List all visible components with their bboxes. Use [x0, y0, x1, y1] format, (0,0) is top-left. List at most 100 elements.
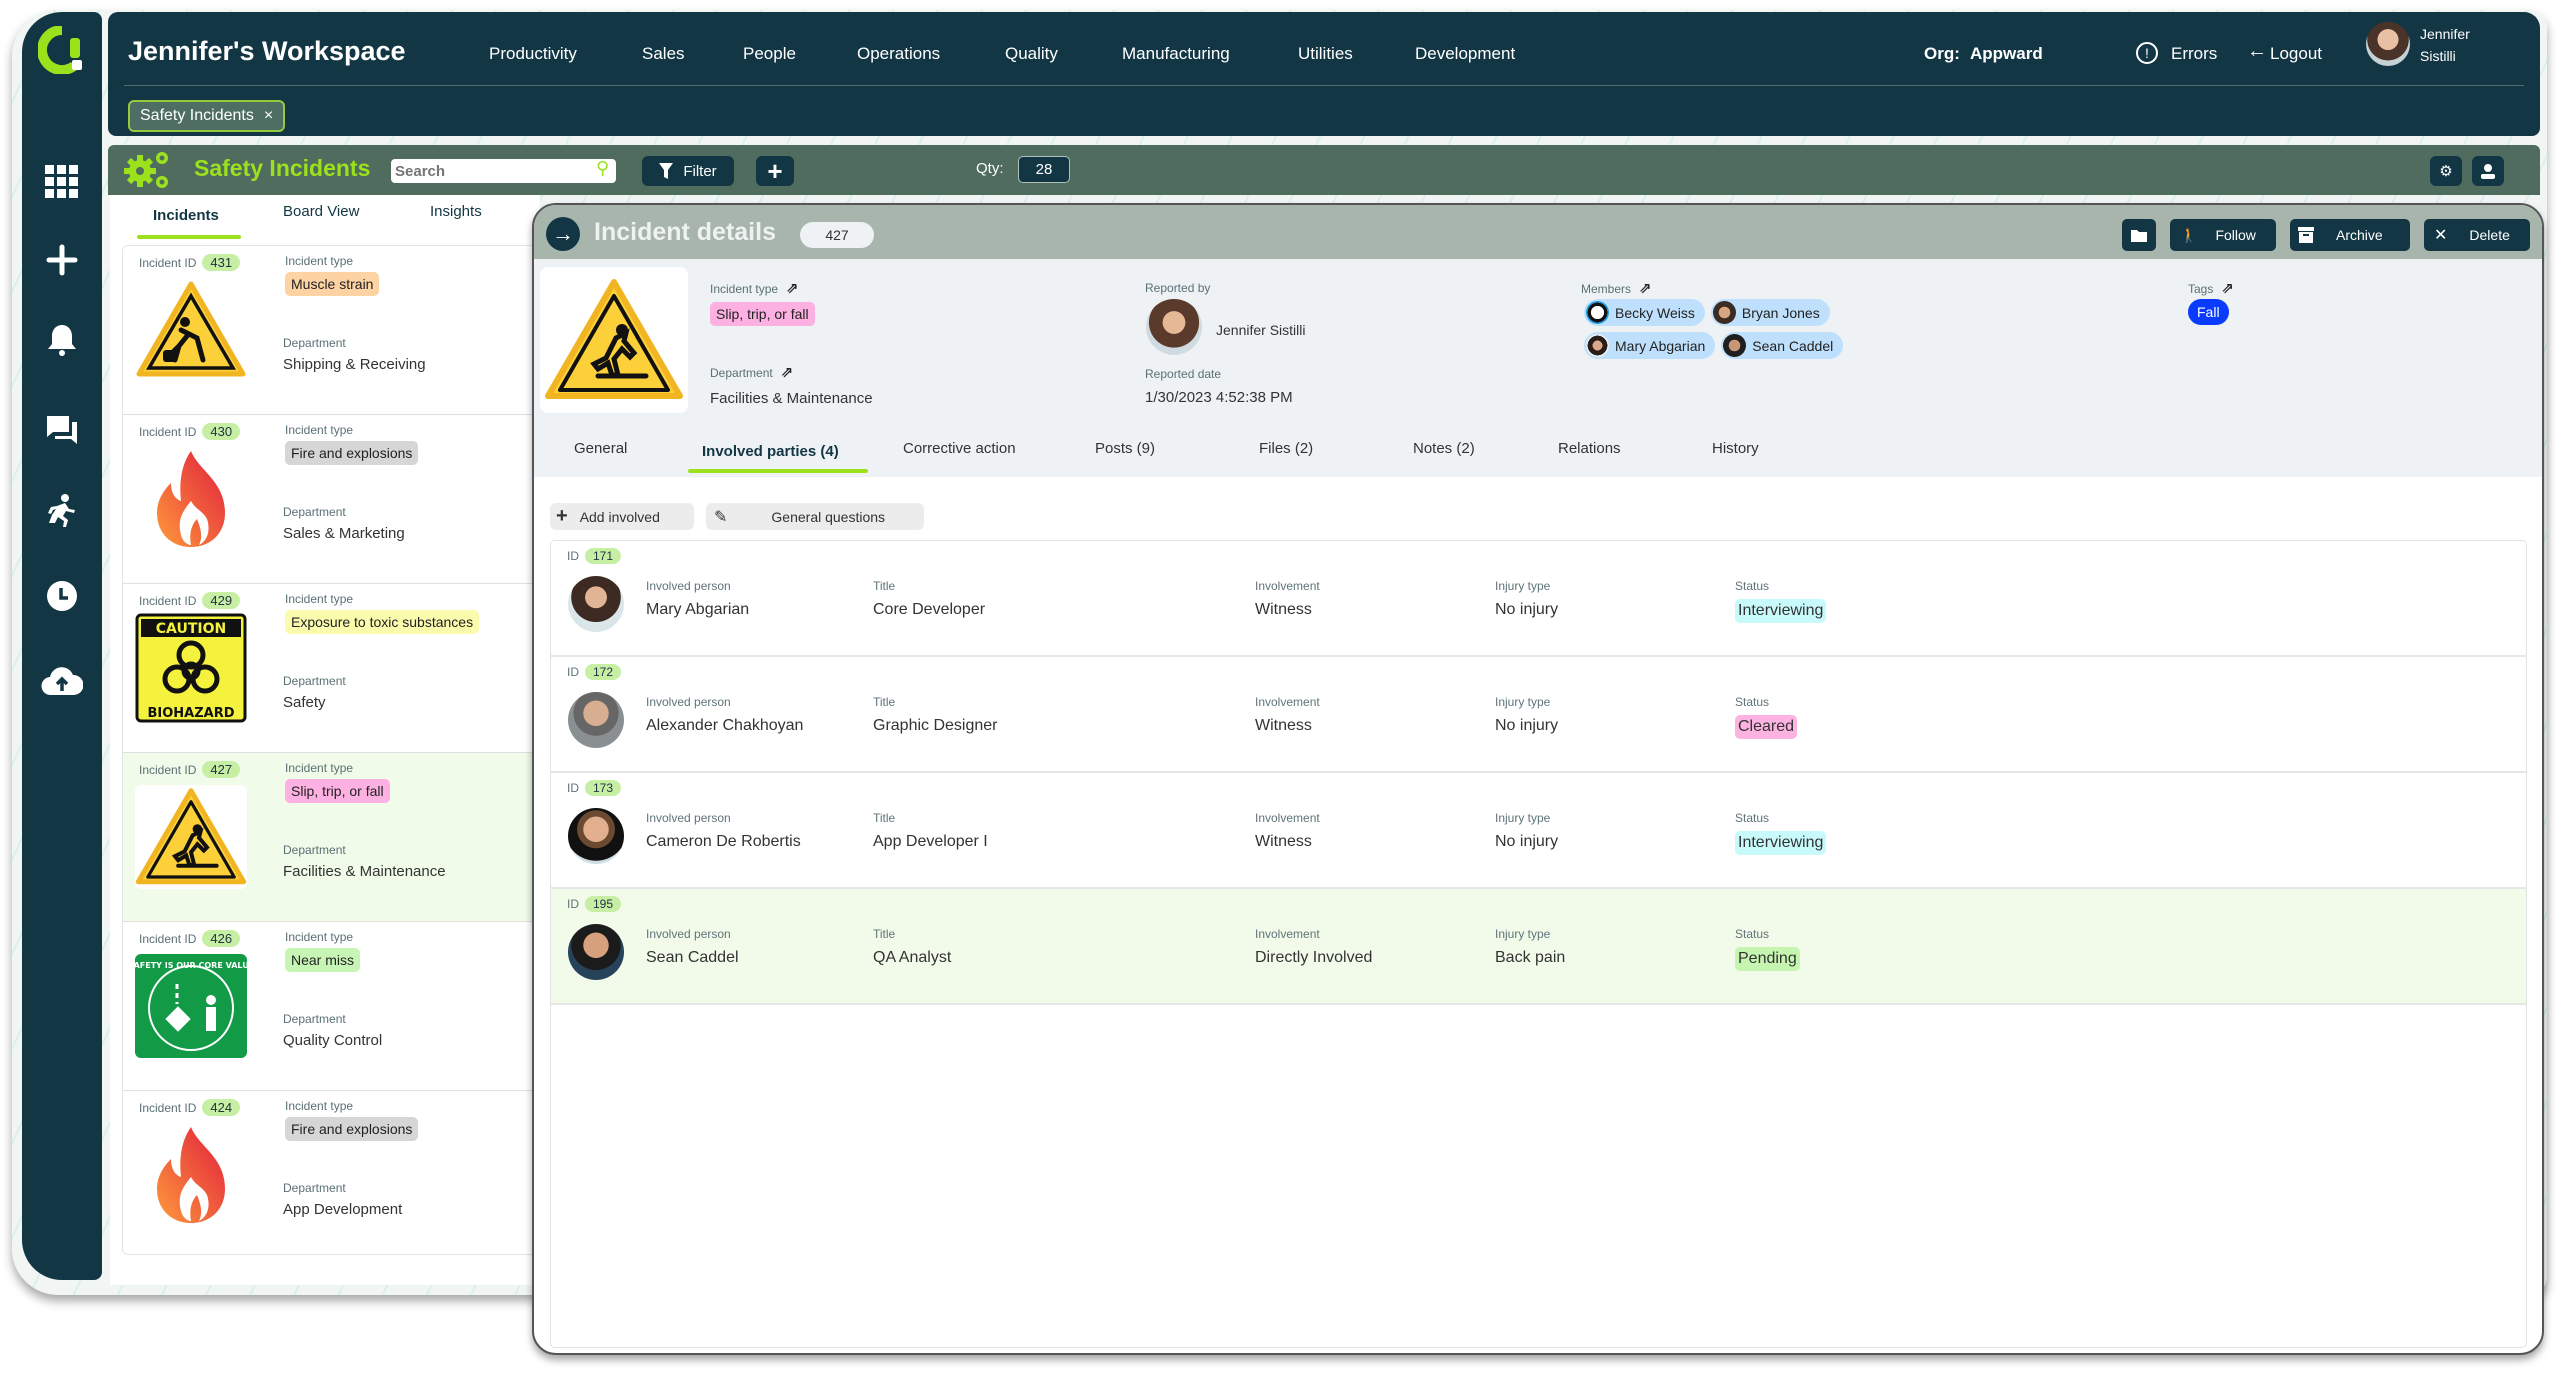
- sidebar: [22, 12, 102, 1280]
- notifications-bell-icon[interactable]: [22, 318, 102, 362]
- open-tab-chip[interactable]: Safety Incidents ×: [128, 100, 286, 132]
- open-tags-icon[interactable]: ⇗: [2221, 279, 2234, 297]
- person-avatar: [568, 808, 624, 864]
- member-chip[interactable]: Sean Caddel: [1721, 332, 1844, 359]
- appward-logo[interactable]: [37, 25, 86, 75]
- tab-notes[interactable]: Notes (2): [1413, 440, 1475, 457]
- tab-posts[interactable]: Posts (9): [1095, 440, 1155, 457]
- nav-productivity[interactable]: Productivity: [489, 44, 577, 64]
- injury-label: Injury type: [1495, 811, 1551, 825]
- incident-card[interactable]: Incident ID426 SAFETY IS OUR CORE VALUE …: [123, 922, 551, 1091]
- member-avatar: [1586, 301, 1609, 324]
- header-divider: [124, 85, 2524, 86]
- involved-party-row[interactable]: ID 172 Involved person Alexander Chakhoyan…: [551, 657, 2526, 773]
- open-members-icon[interactable]: ⇗: [1639, 279, 1652, 297]
- chat-icon[interactable]: [22, 408, 102, 452]
- filter-button[interactable]: Filter: [642, 156, 734, 186]
- open-tab-label: Safety Incidents: [140, 107, 254, 124]
- user-avatar[interactable]: [2366, 22, 2410, 66]
- general-questions-label: General questions: [771, 508, 886, 525]
- logout-arrow-icon[interactable]: ←: [2247, 40, 2267, 63]
- member-chip[interactable]: Mary Abgarian: [1584, 332, 1716, 359]
- general-questions-button[interactable]: ✎ General questions: [706, 503, 924, 530]
- tab-history[interactable]: History: [1712, 440, 1759, 457]
- close-x-icon: ✕: [2434, 227, 2448, 244]
- nav-people[interactable]: People: [743, 44, 796, 64]
- add-involved-button[interactable]: + Add involved: [550, 503, 694, 530]
- nav-quality[interactable]: Quality: [1005, 44, 1058, 64]
- incident-card[interactable]: Incident ID 427 Incident type Slip, trip,…: [123, 753, 551, 922]
- department-value: Facilities & Maintenance: [710, 390, 873, 407]
- department-value: Sales & Marketing: [283, 525, 405, 542]
- errors-icon[interactable]: !: [2136, 42, 2158, 64]
- archive-button[interactable]: Archive: [2290, 219, 2410, 251]
- involved-party-row[interactable]: ID 171 Involved person Mary Abgarian Title…: [551, 541, 2526, 657]
- member-chip[interactable]: Bryan Jones: [1710, 299, 1830, 326]
- open-department-icon[interactable]: ⇗: [781, 363, 794, 381]
- nav-sales[interactable]: Sales: [642, 44, 685, 64]
- tab-insights[interactable]: Insights: [430, 203, 482, 220]
- search-icon[interactable]: ⚲: [596, 158, 609, 179]
- user-first-name: Jennifer: [2420, 26, 2470, 42]
- incident-card[interactable]: Incident ID 431 Incident type Muscle stra…: [123, 246, 551, 415]
- nav-operations[interactable]: Operations: [857, 44, 940, 64]
- add-incident-button[interactable]: +: [756, 156, 794, 186]
- safety-core-value-sign-image: SAFETY IS OUR CORE VALUE: [135, 954, 247, 1058]
- incident-type-label: Incident type: [285, 254, 354, 268]
- injury-label: Injury type: [1495, 579, 1551, 593]
- search-input[interactable]: [391, 159, 616, 183]
- member-chip[interactable]: Becky Weiss: [1584, 299, 1705, 326]
- incident-type-badge: Exposure to toxic substances: [285, 610, 480, 634]
- tab-relations[interactable]: Relations: [1558, 440, 1621, 457]
- qty-value: 28: [1018, 156, 1070, 183]
- settings-gear-button[interactable]: ⚙: [2430, 156, 2462, 186]
- person-label: Involved person: [646, 927, 731, 941]
- tab-board-view[interactable]: Board View: [283, 203, 359, 220]
- tab-incidents[interactable]: Incidents: [153, 207, 219, 224]
- involvement-value: Witness: [1255, 717, 1312, 734]
- tab-general[interactable]: General: [574, 440, 627, 457]
- org-selector[interactable]: Appward: [1970, 44, 2043, 64]
- folder-button[interactable]: [2122, 219, 2156, 251]
- person-title: App Developer I: [873, 833, 988, 850]
- history-clock-icon[interactable]: [22, 574, 102, 618]
- user-settings-button[interactable]: [2472, 156, 2504, 186]
- incident-card[interactable]: Incident ID 424 Incident type Fire and ex…: [123, 1091, 551, 1254]
- incident-card[interactable]: Incident ID 429 CAUTION BIOHAZARD Incident…: [123, 584, 551, 753]
- status-label: Status: [1735, 927, 1770, 941]
- biohazard-caution-sign-image: CAUTION BIOHAZARD: [135, 613, 247, 723]
- person-avatar: [568, 576, 624, 632]
- tab-involved-parties[interactable]: Involved parties (4): [702, 443, 839, 460]
- errors-link[interactable]: Errors: [2171, 44, 2217, 64]
- fire-icon-image: [135, 447, 247, 551]
- id-label: ID: [567, 665, 579, 679]
- collapse-arrow-icon[interactable]: →: [546, 217, 580, 251]
- open-incident-type-icon[interactable]: ⇗: [786, 279, 799, 297]
- nav-manufacturing[interactable]: Manufacturing: [1122, 44, 1230, 64]
- activity-runner-icon[interactable]: [22, 489, 102, 533]
- department-label: Department: [283, 1181, 346, 1195]
- person-label: Involved person: [646, 811, 731, 825]
- close-tab-icon[interactable]: ×: [264, 107, 273, 125]
- tag-fall[interactable]: Fall: [2188, 299, 2229, 325]
- tab-corrective-action[interactable]: Corrective action: [903, 440, 1016, 457]
- nav-development[interactable]: Development: [1415, 44, 1515, 64]
- department-value: Quality Control: [283, 1032, 383, 1049]
- apps-grid-icon[interactable]: [22, 160, 102, 204]
- cloud-upload-icon[interactable]: [22, 660, 102, 704]
- involved-party-row[interactable]: ID 195 Involved person Sean Caddel Title QA…: [551, 889, 2526, 1005]
- person-label: Involved person: [646, 695, 731, 709]
- incident-card[interactable]: Incident ID 430 Incident type Fire and ex…: [123, 415, 551, 584]
- tab-files[interactable]: Files (2): [1259, 440, 1313, 457]
- delete-button[interactable]: ✕ Delete: [2424, 219, 2530, 251]
- person-title: Core Developer: [873, 601, 986, 618]
- nav-utilities[interactable]: Utilities: [1298, 44, 1353, 64]
- status-badge: Cleared: [1735, 715, 1798, 739]
- members-list: Becky Weiss Bryan Jones Mary Abgarian Sean…: [1584, 299, 1904, 365]
- follow-button[interactable]: 🚶 Follow: [2170, 219, 2276, 251]
- involved-party-row[interactable]: ID 173 Involved person Cameron De Robertis…: [551, 773, 2526, 889]
- logout-link[interactable]: Logout: [2270, 44, 2322, 64]
- plus-icon: +: [556, 505, 568, 527]
- status-badge: Interviewing: [1735, 831, 1827, 855]
- add-icon[interactable]: [22, 238, 102, 282]
